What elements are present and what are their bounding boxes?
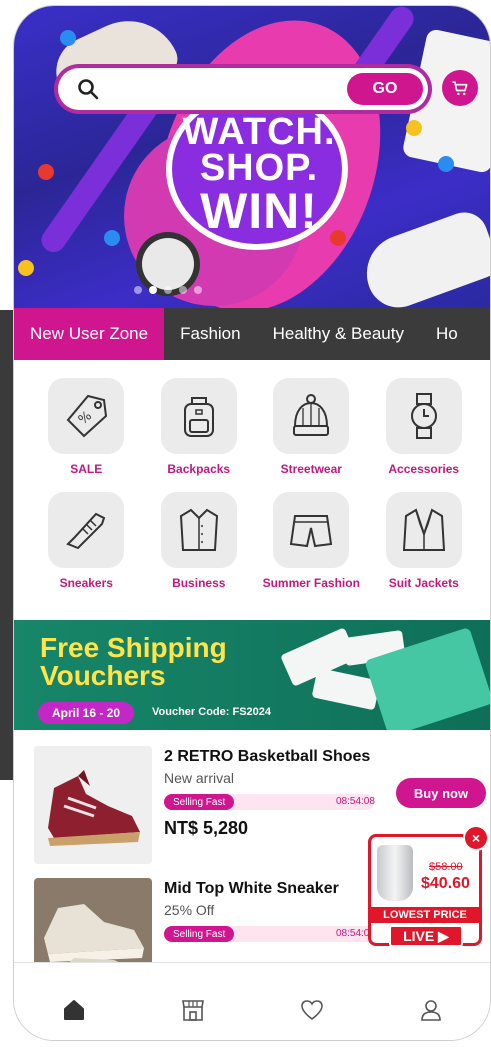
category-grid: % SALE Backpacks Streetwear Accessories <box>30 378 480 592</box>
product-subtitle: 25% Off <box>164 902 215 918</box>
category-tile[interactable] <box>160 378 237 454</box>
watch-image <box>142 238 194 290</box>
voucher-code: Voucher Code: FS2024 <box>152 706 271 718</box>
tab-new-user-zone[interactable]: New User Zone <box>14 308 165 360</box>
headline-line: WIN! <box>200 183 318 239</box>
like-reaction-icon <box>104 230 120 246</box>
red-basketball-shoe-image <box>48 770 140 846</box>
banner-title-line: Vouchers <box>40 660 166 691</box>
tab-fashion[interactable]: Fashion <box>164 308 256 360</box>
search-icon <box>76 77 100 101</box>
old-price: $58.00 <box>429 861 463 873</box>
category-label: Sneakers <box>59 576 113 590</box>
status-badge: Selling Fast <box>164 926 235 942</box>
search-input[interactable] <box>110 80 347 98</box>
beanie-icon <box>293 394 330 436</box>
category-backpacks[interactable]: Backpacks <box>143 378 256 478</box>
category-label: Backpacks <box>167 462 231 476</box>
category-summer-fashion[interactable]: Summer Fashion <box>255 492 368 592</box>
category-tile[interactable] <box>273 492 350 568</box>
product-subtitle: New arrival <box>164 770 235 786</box>
status-badge: Selling Fast <box>164 794 235 810</box>
carousel-dot[interactable] <box>179 286 187 294</box>
backpack-icon <box>183 397 214 437</box>
category-tabs: New User Zone Fashion Healthy & Beauty H… <box>14 308 490 360</box>
live-deal-popup[interactable]: × $58.00 $40.60 LOWEST PRICE LIVE ▶ <box>368 825 489 947</box>
category-label: SALE <box>70 462 103 476</box>
category-label: Business <box>172 576 226 590</box>
category-tile[interactable]: % <box>48 378 125 454</box>
product-price: NT$ 5,280 <box>164 818 249 838</box>
carousel-dot[interactable] <box>194 286 202 294</box>
shorts-icon <box>290 515 333 548</box>
heart-icon[interactable] <box>299 997 325 1023</box>
heart-reaction-icon <box>38 164 54 180</box>
free-shipping-banner[interactable]: Free Shipping Vouchers April 16 - 20 Vou… <box>14 620 490 730</box>
cart-button[interactable] <box>442 70 478 106</box>
tab-home[interactable]: Ho <box>420 308 474 360</box>
category-tile[interactable] <box>385 378 462 454</box>
buy-now-button[interactable]: Buy now <box>396 778 486 808</box>
store-icon[interactable] <box>180 997 206 1023</box>
category-business[interactable]: Business <box>143 492 256 592</box>
running-shoe-image <box>355 205 490 308</box>
product-name[interactable]: Mid Top White Sneaker <box>164 880 339 898</box>
lowest-price-tag: LOWEST PRICE <box>371 907 479 923</box>
tag-icon: % <box>66 394 108 438</box>
category-tile[interactable] <box>48 492 125 568</box>
headline-line: SHOP. <box>199 147 319 189</box>
home-icon[interactable] <box>61 997 87 1023</box>
category-suit-jackets[interactable]: Suit Jackets <box>368 492 481 592</box>
play-icon: ▶ <box>438 928 449 944</box>
live-label: LIVE <box>403 928 435 944</box>
carousel-dot[interactable] <box>149 286 157 294</box>
category-tile[interactable] <box>273 378 350 454</box>
phone-frame: WATCH. SHOP. WIN! GO New User Zone Fashi… <box>14 6 490 1040</box>
smile-reaction-icon <box>18 260 34 276</box>
banner-dates: April 16 - 20 <box>38 702 135 724</box>
cart-icon <box>452 81 468 96</box>
close-icon[interactable]: × <box>463 825 489 851</box>
smile-reaction-icon <box>406 120 422 136</box>
category-sale[interactable]: % SALE <box>30 378 143 478</box>
hero-headline: WATCH. SHOP. WIN! <box>174 111 344 239</box>
live-badge[interactable]: LIVE ▶ <box>389 925 463 947</box>
search-bar[interactable]: GO <box>58 68 428 110</box>
banner-title-line: Free Shipping <box>40 632 227 663</box>
go-button[interactable]: GO <box>347 73 423 105</box>
product-tube-image <box>377 845 413 901</box>
jacket-icon <box>402 508 445 551</box>
bottom-navigation <box>14 962 490 1040</box>
carousel-dots[interactable] <box>134 286 202 294</box>
side-panel-edge <box>0 310 14 780</box>
shirt-icon <box>179 508 218 551</box>
like-reaction-icon <box>438 156 454 172</box>
category-tile[interactable] <box>385 492 462 568</box>
category-label: Suit Jackets <box>388 576 459 590</box>
carousel-dot[interactable] <box>164 286 172 294</box>
countdown-timer: 08:54:0 <box>336 928 370 939</box>
product-image[interactable] <box>34 746 152 864</box>
product-name[interactable]: 2 RETRO Basketball Shoes <box>164 748 370 766</box>
heart-reaction-icon <box>330 230 346 246</box>
headline-line: WATCH. <box>182 111 336 153</box>
sneaker-icon <box>66 512 106 550</box>
profile-icon[interactable] <box>418 997 444 1023</box>
category-streetwear[interactable]: Streetwear <box>255 378 368 478</box>
category-sneakers[interactable]: Sneakers <box>30 492 143 592</box>
like-reaction-icon <box>60 30 76 46</box>
watch-icon <box>410 393 437 439</box>
category-label: Streetwear <box>280 462 342 476</box>
category-label: Accessories <box>388 462 460 476</box>
tab-healthy-beauty[interactable]: Healthy & Beauty <box>257 308 420 360</box>
category-accessories[interactable]: Accessories <box>368 378 481 478</box>
new-price: $40.60 <box>421 875 470 892</box>
hero-banner[interactable]: WATCH. SHOP. WIN! GO <box>14 6 490 308</box>
countdown-timer: 08:54:08 <box>336 796 375 807</box>
category-tile[interactable] <box>160 492 237 568</box>
banner-title: Free Shipping Vouchers <box>40 634 227 690</box>
category-label: Summer Fashion <box>262 576 360 590</box>
svg-text:%: % <box>76 408 95 427</box>
carousel-dot[interactable] <box>134 286 142 294</box>
